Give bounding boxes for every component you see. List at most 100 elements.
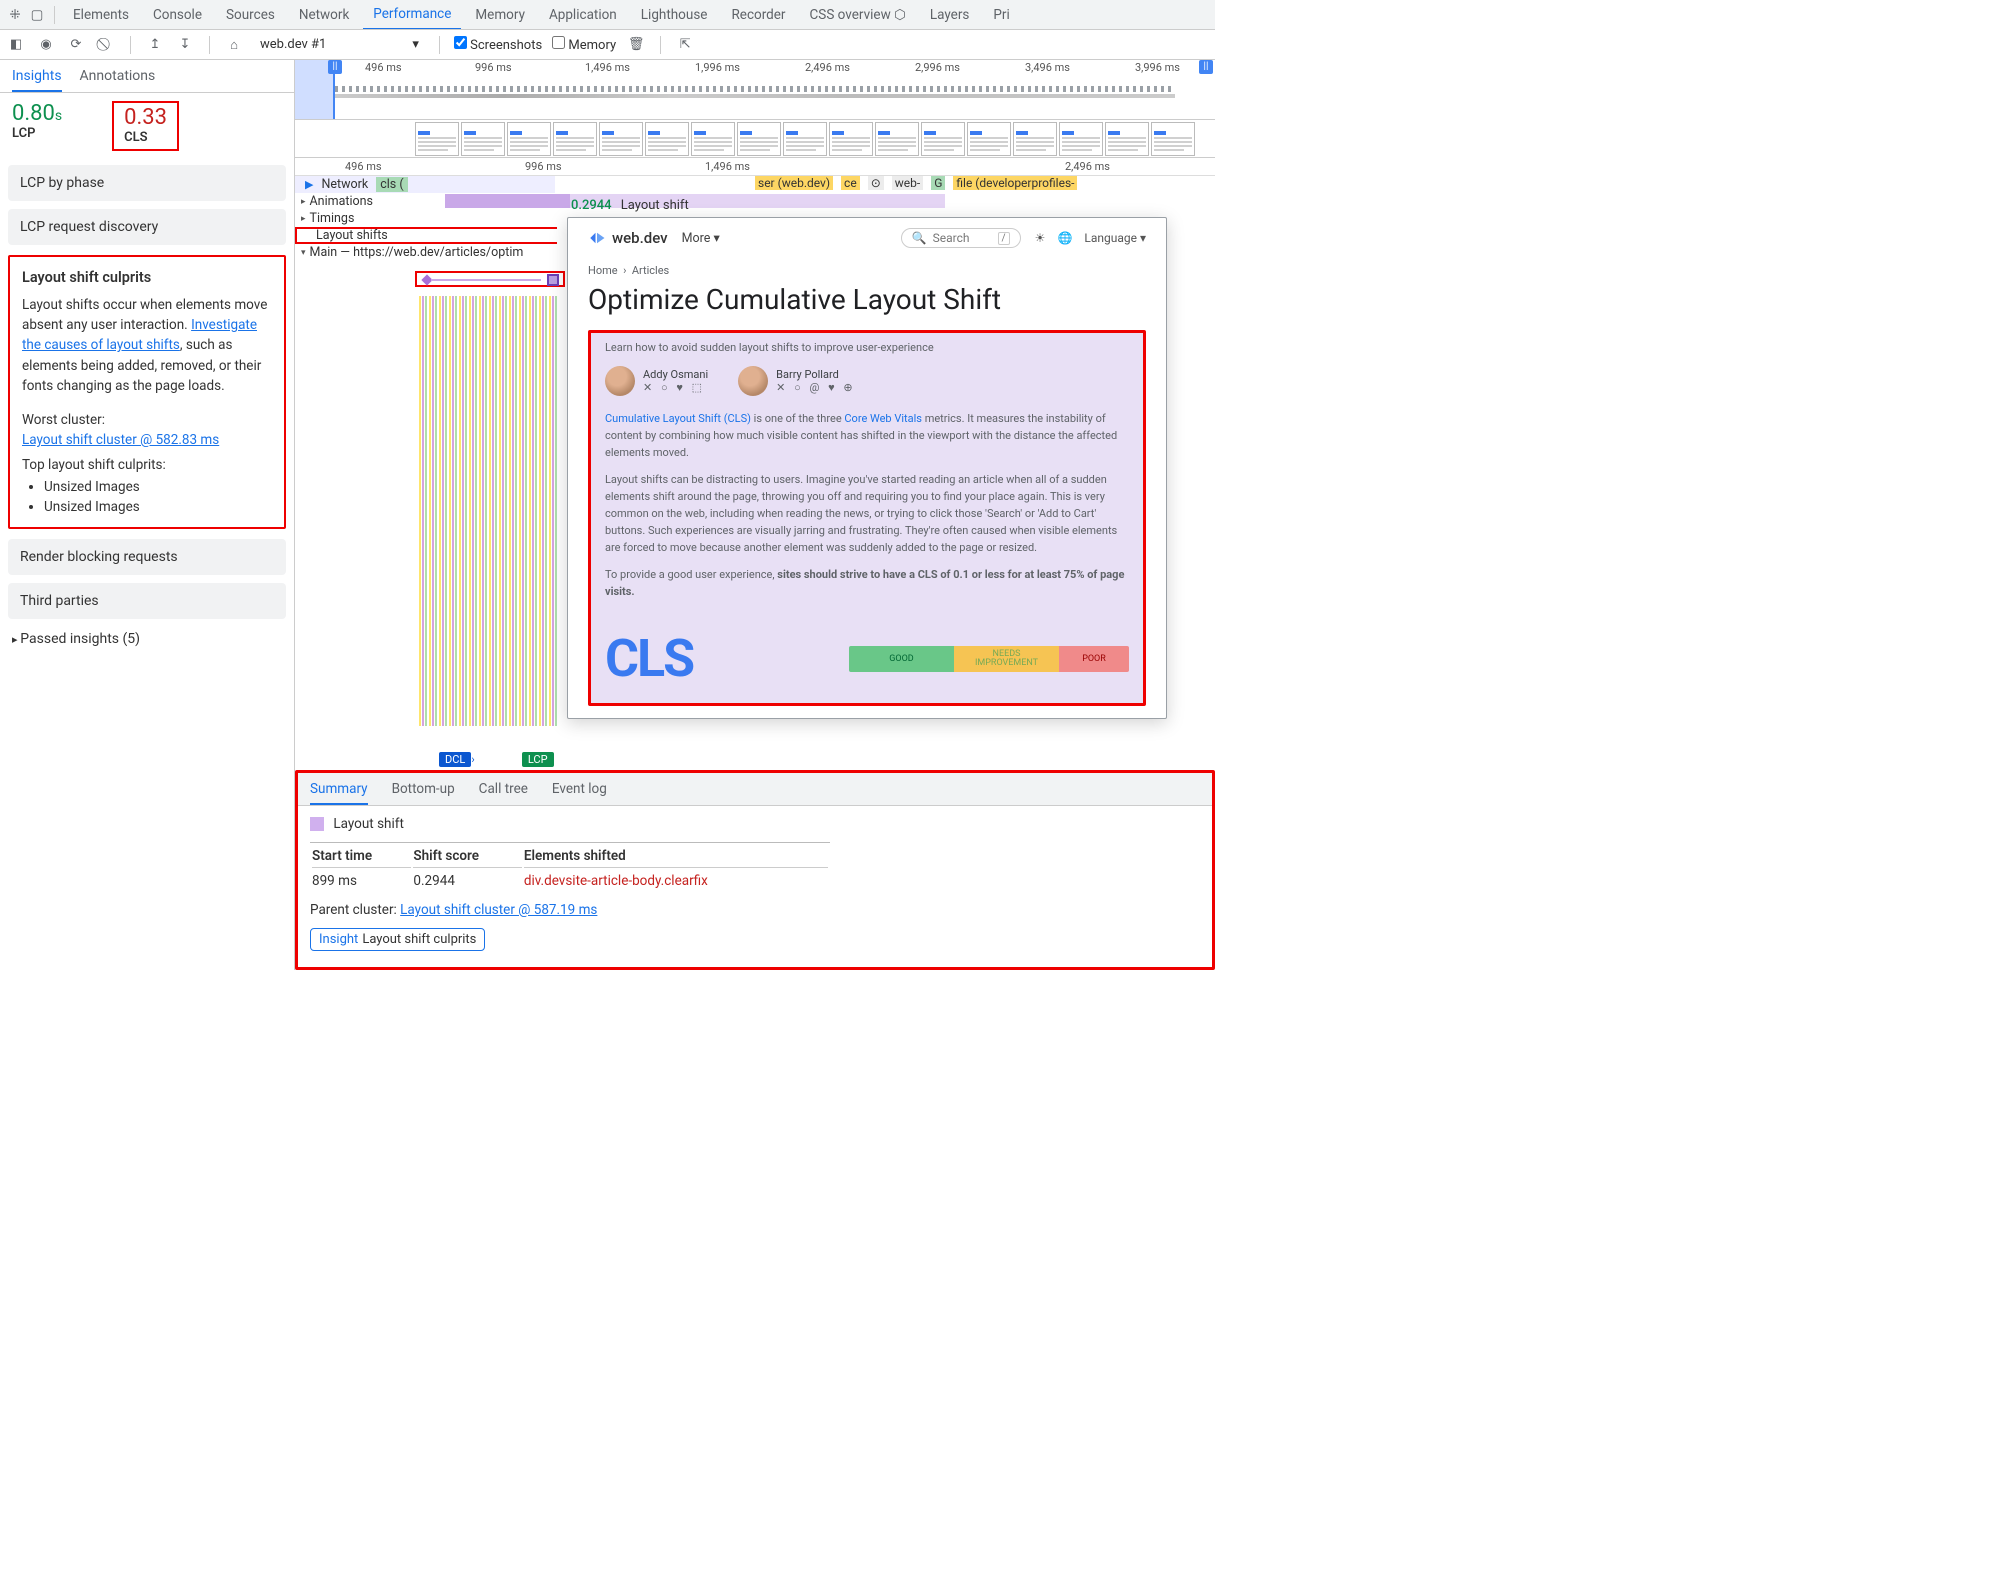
filmstrip-thumb[interactable] <box>829 122 873 156</box>
main-thread-flames[interactable] <box>419 296 559 726</box>
tab-recorder[interactable]: Recorder <box>721 1 795 29</box>
tab-lighthouse[interactable]: Lighthouse <box>631 1 718 29</box>
globe-icon: ⊙ <box>868 176 884 190</box>
inspect-icon[interactable]: ⁜ <box>6 6 24 24</box>
tab-memory[interactable]: Memory <box>465 1 535 29</box>
memory-checkbox[interactable]: Memory <box>552 36 616 53</box>
filmstrip-thumb[interactable] <box>507 122 551 156</box>
tab-insights[interactable]: Insights <box>12 64 62 92</box>
lcp-value: 0.80 <box>12 101 55 126</box>
top-culprits-label: Top layout shift culprits: <box>22 455 272 475</box>
more-menu: More ▾ <box>682 230 720 246</box>
profile-select[interactable]: web.dev #1 ▾ <box>254 35 425 54</box>
lcp-marker[interactable]: LCP <box>522 752 554 767</box>
passed-insights[interactable]: Passed insights (5) <box>0 623 294 655</box>
globe-icon: 🌐 <box>1057 231 1072 245</box>
record-icon[interactable]: ◉ <box>36 35 56 55</box>
reload-record-icon[interactable]: ⟳ <box>66 35 86 55</box>
worst-cluster-link[interactable]: Layout shift cluster @ 582.83 ms <box>22 432 219 448</box>
search-box: 🔍 Search / <box>901 228 1021 248</box>
screenshots-checkbox[interactable]: Screenshots <box>454 36 542 53</box>
timeline-ruler: 496 ms 996 ms 1,496 ms 2,496 ms <box>295 158 1215 176</box>
shrink-icon[interactable]: ⇱ <box>675 35 695 55</box>
layout-shift-selected[interactable] <box>547 274 559 286</box>
parent-cluster-row: Parent cluster: Layout shift cluster @ 5… <box>310 902 1200 918</box>
tab-sources[interactable]: Sources <box>216 1 285 29</box>
tab-more[interactable]: Pri <box>983 1 1019 29</box>
minimap-cpu <box>335 76 1175 104</box>
insight-lcp-request[interactable]: LCP request discovery <box>8 209 286 245</box>
filmstrip-thumb[interactable] <box>783 122 827 156</box>
timeline-pane: || || 496 ms 996 ms 1,496 ms 1,996 ms 2,… <box>295 60 1215 970</box>
author: Barry Pollard ✕ ○ @ ♥ ⊕ <box>738 366 855 396</box>
tab-annotations[interactable]: Annotations <box>80 64 156 92</box>
insight-chip[interactable]: InsightLayout shift culprits <box>310 928 485 951</box>
parent-cluster-link[interactable]: Layout shift cluster @ 587.19 ms <box>400 902 597 918</box>
tab-application[interactable]: Application <box>539 1 627 29</box>
filmstrip-thumb[interactable] <box>875 122 919 156</box>
tab-event-log[interactable]: Event log <box>552 777 607 805</box>
tab-network[interactable]: Network <box>289 1 359 29</box>
filmstrip-thumb[interactable] <box>1013 122 1057 156</box>
tab-bottom-up[interactable]: Bottom-up <box>392 777 455 805</box>
article-subtitle: Learn how to avoid sudden layout shifts … <box>605 341 1129 354</box>
filmstrip-thumb[interactable] <box>1059 122 1103 156</box>
filmstrip-thumb[interactable] <box>461 122 505 156</box>
insight-third-parties[interactable]: Third parties <box>8 583 286 619</box>
upload-icon[interactable]: ↥ <box>145 35 165 55</box>
chevron-down-icon: ▾ <box>412 37 419 52</box>
flamechart-area[interactable]: 496 ms 996 ms 1,496 ms 2,496 ms ▶ Networ… <box>295 158 1215 773</box>
gc-icon[interactable]: 🗑 <box>626 35 646 55</box>
culprit-item: Unsized Images <box>44 497 272 517</box>
tab-console[interactable]: Console <box>143 1 212 29</box>
shifted-region: Learn how to avoid sudden layout shifts … <box>588 330 1146 706</box>
layout-shift-events[interactable] <box>415 271 565 287</box>
overview-minimap[interactable]: || || 496 ms 996 ms 1,496 ms 1,996 ms 2,… <box>295 60 1215 120</box>
insight-lcp-phase[interactable]: LCP by phase <box>8 165 286 201</box>
details-drawer: Summary Bottom-up Call tree Event log La… <box>295 770 1215 970</box>
tab-performance[interactable]: Performance <box>363 0 461 30</box>
toggle-sidebar-icon[interactable]: ◧ <box>6 35 26 55</box>
metrics-row: 0.80s LCP 0.33 CLS <box>0 93 294 161</box>
filmstrip[interactable] <box>295 120 1215 158</box>
article-para: Layout shifts can be distracting to user… <box>605 471 1129 556</box>
clear-icon[interactable]: ⃠ <box>96 35 116 55</box>
lcp-metric[interactable]: 0.80s LCP <box>12 101 62 151</box>
filmstrip-thumb[interactable] <box>553 122 597 156</box>
filmstrip-thumb[interactable] <box>921 122 965 156</box>
breadcrumb: Home › Articles <box>588 264 1146 277</box>
article-para: To provide a good user experience, sites… <box>605 566 1129 600</box>
filmstrip-thumb[interactable] <box>1151 122 1195 156</box>
devtools-tabstrip: ⁜ ▢ Elements Console Sources Network Per… <box>0 0 1215 30</box>
filmstrip-thumb[interactable] <box>967 122 1011 156</box>
filmstrip-thumb[interactable] <box>645 122 689 156</box>
preview-window: web.dev More ▾ 🔍 Search / ☀ 🌐 Language ▾ <box>567 217 1167 719</box>
tab-call-tree[interactable]: Call tree <box>479 777 528 805</box>
preview-score: 0.2944 <box>571 198 612 213</box>
filmstrip-thumb[interactable] <box>415 122 459 156</box>
device-toggle-icon[interactable]: ▢ <box>28 6 46 24</box>
event-type-row: Layout shift <box>310 816 1200 832</box>
layout-shift-preview: 0.2944 Layout shift web.dev More ▾ 🔍 Sea… <box>567 196 1167 719</box>
insight-render-blocking[interactable]: Render blocking requests <box>8 539 286 575</box>
shifted-element-link[interactable]: div.devsite-article-body.clearfix <box>524 870 828 892</box>
filmstrip-thumb[interactable] <box>737 122 781 156</box>
tab-layers[interactable]: Layers <box>920 1 980 29</box>
cls-metric[interactable]: 0.33 CLS <box>112 101 179 151</box>
timing-markers: DCL› LCP <box>439 752 554 767</box>
tab-summary[interactable]: Summary <box>310 777 368 805</box>
play-icon: ▶ <box>305 178 313 191</box>
filmstrip-thumb[interactable] <box>1105 122 1149 156</box>
insight-layout-shift-culprits[interactable]: Layout shift culprits Layout shifts occu… <box>8 255 286 529</box>
tab-css-overview[interactable]: CSS overview ⬡ <box>800 1 916 29</box>
cls-graphic: CLS GOOD NEEDSIMPROVEMENT POOR <box>605 628 1129 689</box>
download-icon[interactable]: ↧ <box>175 35 195 55</box>
filmstrip-thumb[interactable] <box>691 122 735 156</box>
divider <box>130 36 131 54</box>
tab-elements[interactable]: Elements <box>63 1 139 29</box>
cls-value: 0.33 <box>124 105 167 130</box>
dcl-marker[interactable]: DCL <box>439 752 471 767</box>
divider <box>209 36 210 54</box>
home-icon[interactable]: ⌂ <box>224 35 244 55</box>
filmstrip-thumb[interactable] <box>599 122 643 156</box>
